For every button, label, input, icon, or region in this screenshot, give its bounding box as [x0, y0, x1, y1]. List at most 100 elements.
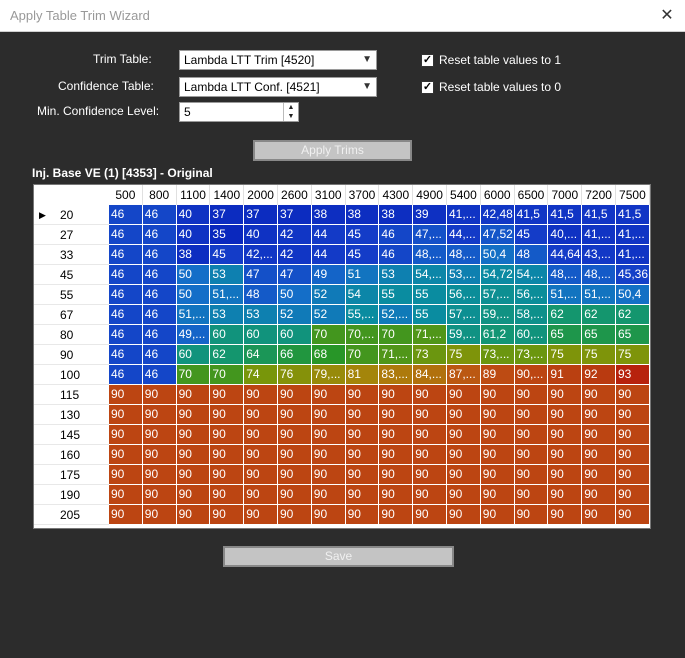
table-cell[interactable]: 90: [616, 405, 650, 425]
table-cell[interactable]: 41,5: [548, 205, 583, 225]
table-cell[interactable]: 66: [278, 345, 312, 365]
table-cell[interactable]: 90: [548, 425, 583, 445]
table-cell[interactable]: 81: [345, 365, 380, 385]
table-cell[interactable]: 90: [582, 485, 616, 505]
table-cell[interactable]: 47,52: [480, 225, 515, 245]
table-cell[interactable]: 52: [311, 285, 346, 305]
table-cell[interactable]: 42,...: [244, 245, 278, 265]
table-cell[interactable]: 90: [176, 485, 211, 505]
table-cell[interactable]: 90: [616, 425, 650, 445]
table-cell[interactable]: 90: [379, 505, 414, 525]
table-cell[interactable]: 41,5: [582, 205, 616, 225]
table-cell[interactable]: 90: [548, 505, 583, 525]
table-cell[interactable]: 90: [413, 485, 447, 505]
table-cell[interactable]: 62: [548, 305, 583, 325]
table-cell[interactable]: 87,...: [447, 365, 481, 385]
table-cell[interactable]: 90: [379, 465, 414, 485]
table-cell[interactable]: 51: [345, 265, 380, 285]
confidence-table-select[interactable]: Lambda LTT Conf. [4521] ▼: [179, 77, 377, 97]
table-cell[interactable]: 90: [345, 385, 380, 405]
table-cell[interactable]: 90: [109, 425, 143, 445]
table-cell[interactable]: 90: [109, 465, 143, 485]
table-cell[interactable]: 46: [142, 325, 177, 345]
table-cell[interactable]: 46: [109, 365, 143, 385]
table-cell[interactable]: 45: [210, 245, 245, 265]
table-cell[interactable]: 90: [514, 485, 549, 505]
table-cell[interactable]: 90: [244, 385, 278, 405]
table-cell[interactable]: 90: [142, 505, 177, 525]
table-cell[interactable]: 90: [176, 405, 211, 425]
table-cell[interactable]: 51,...: [210, 285, 245, 305]
table-cell[interactable]: 71,...: [379, 345, 414, 365]
table-cell[interactable]: 90: [142, 485, 177, 505]
table-cell[interactable]: 65: [582, 325, 616, 345]
table-cell[interactable]: 47: [278, 265, 312, 285]
table-cell[interactable]: 90: [278, 445, 312, 465]
table-cell[interactable]: 90: [311, 505, 346, 525]
table-cell[interactable]: 90: [278, 485, 312, 505]
table-cell[interactable]: 50: [176, 265, 211, 285]
table-cell[interactable]: 75: [616, 345, 650, 365]
table-cell[interactable]: 90: [244, 425, 278, 445]
table-cell[interactable]: 90: [210, 505, 245, 525]
table-cell[interactable]: 60,...: [514, 325, 549, 345]
table-cell[interactable]: 90: [379, 485, 414, 505]
table-cell[interactable]: 73,...: [480, 345, 515, 365]
table-cell[interactable]: 46: [142, 205, 177, 225]
table-cell[interactable]: 53: [244, 305, 278, 325]
table-cell[interactable]: 90: [142, 385, 177, 405]
table-cell[interactable]: 48: [514, 245, 549, 265]
stepper-up-icon[interactable]: ▲: [284, 103, 298, 112]
table-cell[interactable]: 56,...: [514, 285, 549, 305]
table-cell[interactable]: 52,...: [379, 305, 414, 325]
table-cell[interactable]: 40: [176, 205, 211, 225]
table-cell[interactable]: 46: [142, 265, 177, 285]
table-cell[interactable]: 90: [582, 425, 616, 445]
table-cell[interactable]: 42: [278, 245, 312, 265]
table-cell[interactable]: 90: [548, 465, 583, 485]
table-cell[interactable]: 70: [210, 365, 245, 385]
table-cell[interactable]: 53: [379, 265, 414, 285]
table-cell[interactable]: 37: [278, 205, 312, 225]
table-cell[interactable]: 90: [480, 445, 515, 465]
table-cell[interactable]: 40,...: [548, 225, 583, 245]
table-cell[interactable]: 90: [345, 405, 380, 425]
table-cell[interactable]: 90: [311, 405, 346, 425]
table-cell[interactable]: 47,...: [413, 225, 447, 245]
table-cell[interactable]: 50,4: [480, 245, 515, 265]
table-cell[interactable]: 46: [109, 345, 143, 365]
table-cell[interactable]: 60: [278, 325, 312, 345]
table-cell[interactable]: 90: [210, 425, 245, 445]
table-cell[interactable]: 74: [244, 365, 278, 385]
table-cell[interactable]: 90: [379, 445, 414, 465]
table-cell[interactable]: 90: [244, 445, 278, 465]
table-cell[interactable]: 90: [413, 445, 447, 465]
table-cell[interactable]: 90: [278, 505, 312, 525]
table-cell[interactable]: 90: [480, 505, 515, 525]
table-cell[interactable]: 46: [142, 225, 177, 245]
table-cell[interactable]: 53: [210, 265, 245, 285]
table-cell[interactable]: 90: [176, 425, 211, 445]
table-cell[interactable]: 90: [109, 485, 143, 505]
table-cell[interactable]: 46: [142, 345, 177, 365]
table-cell[interactable]: 46: [109, 245, 143, 265]
table-cell[interactable]: 90: [548, 445, 583, 465]
table-cell[interactable]: 90: [278, 465, 312, 485]
table-cell[interactable]: 51,...: [548, 285, 583, 305]
table-cell[interactable]: 76: [278, 365, 312, 385]
table-cell[interactable]: 44: [311, 225, 346, 245]
table-cell[interactable]: 62: [616, 305, 650, 325]
table-cell[interactable]: 43,...: [582, 245, 616, 265]
table-cell[interactable]: 60: [176, 345, 211, 365]
table-cell[interactable]: 41,...: [447, 205, 481, 225]
table-cell[interactable]: 90: [548, 405, 583, 425]
table-cell[interactable]: 92: [582, 365, 616, 385]
table-cell[interactable]: 90: [142, 465, 177, 485]
table-cell[interactable]: 44: [311, 245, 346, 265]
table-cell[interactable]: 90: [278, 385, 312, 405]
table-cell[interactable]: 41,...: [616, 245, 650, 265]
table-cell[interactable]: 90: [379, 385, 414, 405]
table-cell[interactable]: 90: [244, 485, 278, 505]
table-cell[interactable]: 41,...: [582, 225, 616, 245]
close-icon[interactable]: ✕: [655, 4, 679, 28]
